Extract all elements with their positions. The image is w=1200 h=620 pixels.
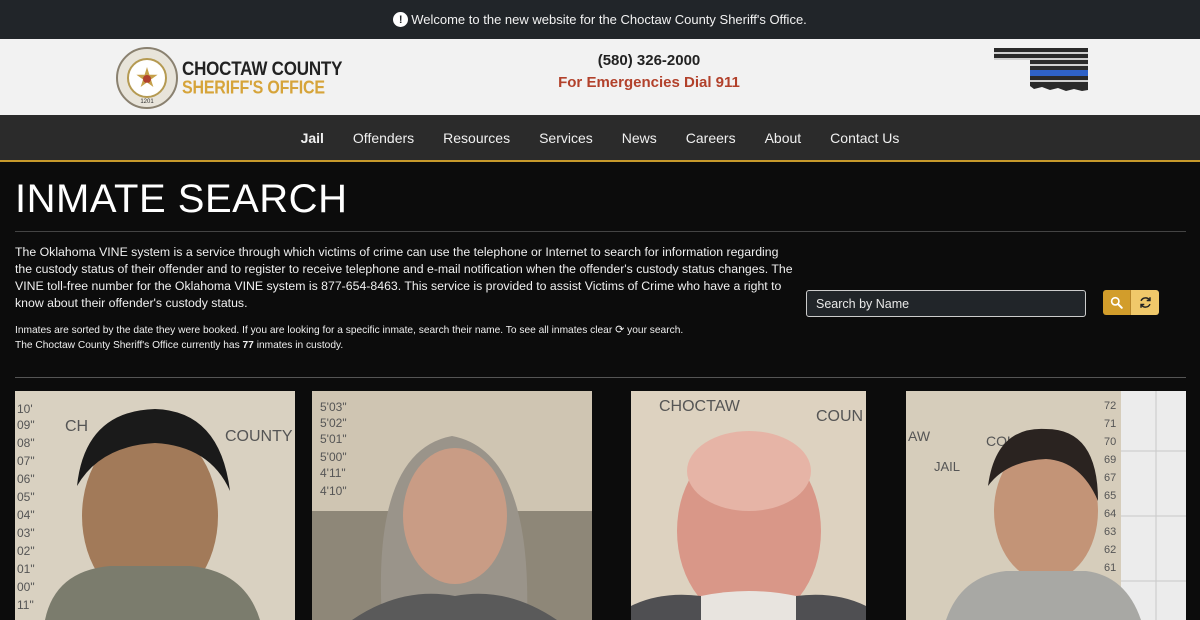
badge-number: 1201 (140, 99, 154, 105)
custody-text: The Choctaw County Sheriff's Office curr… (15, 340, 240, 351)
search-buttons (1103, 290, 1159, 315)
svg-text:09": 09" (17, 418, 35, 432)
nav-careers[interactable]: Careers (686, 130, 736, 146)
svg-text:COUN: COUN (816, 408, 863, 425)
svg-text:4'11": 4'11" (320, 466, 346, 480)
emergency-notice: For Emergencies Dial 911 (558, 74, 740, 91)
svg-text:5'02": 5'02" (320, 416, 347, 430)
logo-line1: CHOCTAW COUNTY (182, 57, 343, 79)
vine-intro: The Oklahoma VINE system is a service th… (15, 245, 793, 310)
svg-text:5'03": 5'03" (320, 400, 347, 414)
nav-news[interactable]: News (622, 130, 657, 146)
star-icon (136, 67, 158, 88)
inmate-card-3[interactable]: CHOCTAW COUN (631, 391, 866, 620)
svg-text:05": 05" (17, 490, 35, 504)
svg-text:JAIL: JAIL (934, 459, 960, 474)
svg-text:CH: CH (65, 418, 88, 435)
phone-number[interactable]: (580) 326-2000 (500, 52, 798, 69)
site-logo[interactable]: 1201 CHOCTAW COUNTY SHERIFF'S OFFICE (116, 47, 342, 109)
search-button[interactable] (1103, 290, 1131, 315)
nav-services[interactable]: Services (539, 130, 593, 146)
site-header: 1201 CHOCTAW COUNTY SHERIFF'S OFFICE (58… (0, 39, 1200, 115)
svg-text:COUNTY: COUNTY (225, 428, 293, 445)
search-input[interactable] (806, 290, 1086, 317)
reset-search-button[interactable] (1131, 290, 1159, 315)
inmate-card-2[interactable]: 5'03" 5'02" 5'01" 5'00" 4'11" 4'10" (312, 391, 592, 620)
custody-tail: inmates in custody. (256, 340, 344, 351)
svg-text:67: 67 (1104, 472, 1116, 484)
svg-text:61: 61 (1104, 562, 1116, 574)
inmate-photo: 10' 09" 08" 07" 06" 05" 04" 03" 02" 01" 00" 11" CH C… (15, 391, 295, 620)
svg-text:04": 04" (17, 508, 35, 522)
svg-text:63: 63 (1104, 526, 1116, 538)
refresh-icon: ⟳ (615, 324, 625, 336)
sort-note-text: Inmates are sorted by the date they were… (15, 325, 613, 336)
svg-text:AW: AW (908, 428, 931, 444)
oklahoma-thin-blue-line-flag-icon (994, 48, 1088, 91)
inmate-photo: 727170696765646362616059 AWCOUJAIL (906, 391, 1186, 620)
nav-jail[interactable]: Jail (301, 130, 324, 146)
inmate-card-4[interactable]: 727170696765646362616059 AWCOUJAIL (906, 391, 1186, 620)
svg-text:69: 69 (1104, 454, 1116, 466)
main-content: INMATE SEARCH The Oklahoma VINE system i… (15, 162, 1186, 378)
inmate-photo: CHOCTAW COUN (631, 391, 866, 620)
page-title: INMATE SEARCH (15, 177, 348, 221)
search-form (806, 290, 1159, 317)
svg-text:10': 10' (17, 402, 33, 416)
exclamation-circle-icon: ! (393, 12, 409, 27)
svg-text:5'00": 5'00" (320, 450, 347, 464)
svg-text:11": 11" (17, 598, 34, 612)
inmate-card-1[interactable]: 10' 09" 08" 07" 06" 05" 04" 03" 02" 01" 00" 11" CH C… (15, 391, 295, 620)
sort-note: Inmates are sorted by the date they were… (15, 323, 775, 353)
svg-text:65: 65 (1104, 490, 1116, 502)
svg-text:06": 06" (17, 472, 35, 486)
svg-text:07": 07" (17, 454, 35, 468)
announcement-bar: ! Welcome to the new website for the Cho… (0, 0, 1200, 39)
svg-text:00": 00" (17, 580, 35, 594)
inmate-photo: 5'03" 5'02" 5'01" 5'00" 4'11" 4'10" (312, 391, 592, 620)
divider (15, 377, 1186, 378)
svg-text:01": 01" (17, 562, 35, 576)
svg-text:03": 03" (17, 526, 35, 540)
svg-text:64: 64 (1104, 508, 1116, 520)
logo-line2: SHERIFF'S OFFICE (182, 78, 325, 98)
svg-text:70: 70 (1104, 436, 1116, 448)
svg-text:62: 62 (1104, 544, 1116, 556)
nav-offenders[interactable]: Offenders (353, 130, 414, 146)
nav-contact-us[interactable]: Contact Us (830, 130, 899, 146)
svg-text:CHOCTAW: CHOCTAW (659, 398, 741, 415)
svg-text:08": 08" (17, 436, 35, 450)
divider (15, 231, 1186, 232)
custody-count: 77 (242, 340, 254, 351)
sheriff-badge-icon: 1201 (116, 47, 178, 109)
svg-text:4'10": 4'10" (320, 484, 347, 498)
search-icon (1110, 296, 1123, 309)
main-nav: Jail Offenders Resources Services News C… (0, 115, 1200, 162)
svg-text:72: 72 (1104, 400, 1116, 412)
announcement-text: Welcome to the new website for the Choct… (411, 12, 807, 27)
nav-resources[interactable]: Resources (443, 130, 510, 146)
svg-text:5'01": 5'01" (320, 432, 347, 446)
svg-text:71: 71 (1104, 418, 1116, 430)
nav-about[interactable]: About (765, 130, 802, 146)
header-contact: (580) 326-2000 For Emergencies Dial 911 (500, 52, 798, 91)
refresh-icon (1139, 297, 1151, 308)
svg-text:02": 02" (17, 544, 35, 558)
sort-note-tail: your search. (627, 325, 684, 336)
